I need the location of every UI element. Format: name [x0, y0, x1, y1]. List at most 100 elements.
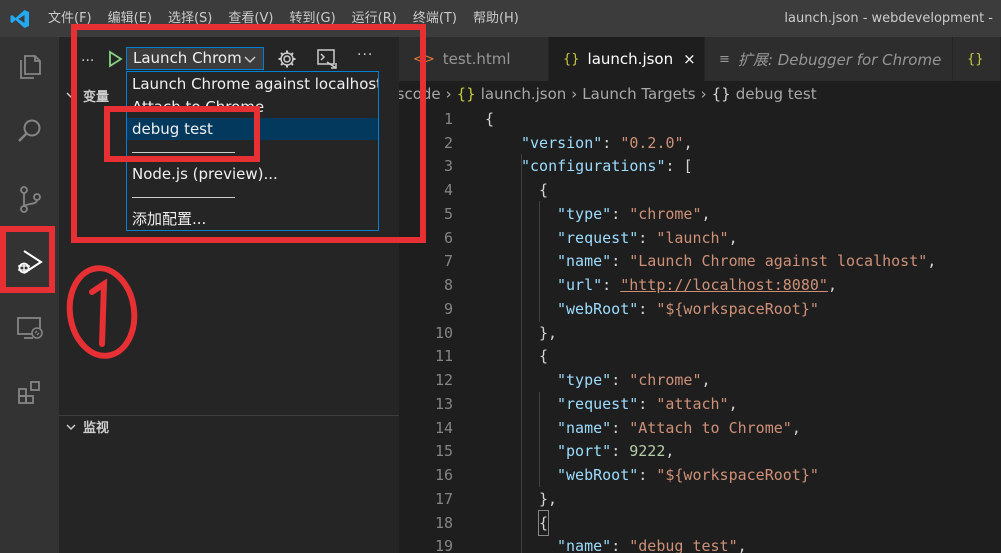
extension-preview-icon: ≡ [719, 51, 730, 67]
explorer-icon[interactable] [0, 42, 59, 92]
code-line: "port": 9222, [557, 442, 675, 460]
vscode-logo-icon [0, 0, 40, 37]
activity-bar [0, 37, 59, 553]
breadcrumb-debug-test[interactable]: debug test [736, 85, 817, 103]
start-debugging-button[interactable] [107, 50, 123, 68]
dropdown-separator [132, 152, 235, 153]
line-number: 3 [443, 157, 453, 175]
line-number: 11 [434, 347, 453, 365]
launch-config-dropdown: Launch Chrome against localhost Attach t… [126, 71, 379, 231]
code-line: "request": "launch", [557, 229, 738, 247]
code-line: "name": "Launch Chrome against localhost… [557, 252, 937, 270]
breadcrumb-folder[interactable]: .vscode [399, 85, 441, 103]
extensions-icon[interactable] [0, 368, 59, 418]
breadcrumb-launch-targets[interactable]: Launch Targets [582, 85, 695, 103]
line-number: 7 [443, 252, 453, 270]
code-line: "type": "chrome", [557, 205, 711, 223]
line-number: 4 [443, 181, 453, 199]
line-number: 18 [434, 514, 453, 532]
more-actions-button[interactable]: ··· [357, 47, 373, 63]
menu-view[interactable]: 查看(V) [220, 0, 281, 37]
html-file-icon: <> [413, 51, 435, 67]
dropdown-item-debug-test[interactable]: debug test [127, 118, 378, 140]
tab-launch-json[interactable]: {} launch.json × [549, 37, 705, 81]
gear-icon[interactable] [277, 49, 297, 69]
code-line: { [539, 347, 549, 365]
line-number: 6 [443, 229, 453, 247]
editor-tabs: <> test.html {} launch.json × ≡ 扩展: Debu… [399, 37, 1001, 81]
line-number: 14 [434, 419, 453, 437]
menu-selection[interactable]: 选择(S) [160, 0, 220, 37]
tab-label: 扩展: Debugger for Chrome [737, 50, 942, 69]
line-number: 19 [434, 537, 453, 553]
json-file-icon: {} [563, 51, 580, 67]
dropdown-separator [132, 197, 235, 198]
indent-guide [521, 154, 522, 553]
views-more-button[interactable]: ... [81, 49, 94, 65]
window-title: launch.json - webdevelopment - [784, 11, 993, 26]
source-control-icon[interactable] [0, 174, 59, 224]
dropdown-item-add-configuration[interactable]: 添加配置... [127, 208, 378, 230]
code-line: }, [539, 490, 558, 508]
title-bar: 文件(F) 编辑(E) 选择(S) 查看(V) 转到(G) 运行(R) 终端(T… [0, 0, 1001, 37]
launch-config-value: Launch Chrom [133, 49, 242, 67]
menu-edit[interactable]: 编辑(E) [100, 0, 160, 37]
menu-terminal[interactable]: 终端(T) [405, 0, 465, 37]
dropdown-item-launch-chrome[interactable]: Launch Chrome against localhost [127, 73, 378, 95]
code-line: { [539, 181, 549, 199]
code-line: { [485, 110, 495, 128]
line-number: 16 [434, 466, 453, 484]
debug-console-icon[interactable] [316, 48, 338, 70]
line-number: 15 [434, 442, 453, 460]
remote-explorer-icon[interactable] [0, 303, 59, 353]
line-number: 9 [443, 300, 453, 318]
chevron-down-icon [66, 423, 76, 430]
code-line: "version": "0.2.0", [521, 134, 693, 152]
tab-test-html[interactable]: <> test.html [399, 37, 549, 81]
run-debug-icon[interactable] [0, 237, 59, 287]
code-line: "request": "attach", [557, 395, 738, 413]
line-number: 13 [434, 395, 453, 413]
menu-bar: 文件(F) 编辑(E) 选择(S) 查看(V) 转到(G) 运行(R) 终端(T… [40, 0, 527, 37]
code-line: "webRoot": "${workspaceRoot}" [557, 300, 819, 318]
chevron-right-icon: › [571, 85, 578, 103]
line-number: 5 [443, 205, 453, 223]
line-number: 17 [434, 490, 453, 508]
watch-section-header[interactable]: 监视 [59, 415, 399, 437]
chevron-right-icon: › [700, 85, 707, 103]
chevron-down-icon [244, 56, 256, 64]
code-line: { [537, 510, 550, 536]
line-number: 1 [443, 110, 453, 128]
line-number: 10 [434, 324, 453, 342]
code-line: "name": "Attach to Chrome", [557, 419, 801, 437]
variables-section-title: 变量 [83, 89, 110, 105]
indent-guide [539, 392, 540, 487]
close-icon[interactable]: × [683, 50, 696, 68]
tab-label: test.html [442, 50, 511, 68]
menu-help[interactable]: 帮助(H) [465, 0, 527, 37]
tab-extension-debugger-chrome[interactable]: ≡ 扩展: Debugger for Chrome [705, 37, 953, 81]
chevron-down-icon [66, 92, 76, 99]
tab-overflow[interactable]: {} [953, 37, 1001, 81]
search-icon[interactable] [0, 106, 59, 156]
code-line: "webRoot": "${workspaceRoot}" [557, 466, 819, 484]
menu-go[interactable]: 转到(G) [281, 0, 343, 37]
chevron-right-icon: › [445, 85, 452, 103]
object-icon: {} [711, 85, 731, 103]
dropdown-item-nodejs-preview[interactable]: Node.js (preview)... [127, 163, 378, 185]
watch-section-title: 监视 [83, 421, 110, 436]
menu-run[interactable]: 运行(R) [344, 0, 405, 37]
breadcrumb: .vscode › {} launch.json › Launch Target… [399, 81, 1001, 107]
indent-guide [539, 201, 540, 322]
dropdown-item-attach-chrome[interactable]: Attach to Chrome [127, 96, 378, 118]
code-line: "name": "debug test", [557, 537, 747, 553]
breadcrumb-file[interactable]: launch.json [481, 85, 567, 103]
tab-label: launch.json [587, 50, 674, 68]
code-line: "url": "http://localhost:8080", [557, 276, 837, 294]
line-number: 2 [443, 134, 453, 152]
json-file-icon: {} [456, 85, 476, 103]
line-number: 8 [443, 276, 453, 294]
editor-group: <> test.html {} launch.json × ≡ 扩展: Debu… [399, 37, 1001, 553]
menu-file[interactable]: 文件(F) [40, 0, 100, 37]
launch-config-select[interactable]: Launch Chrom [126, 47, 264, 70]
